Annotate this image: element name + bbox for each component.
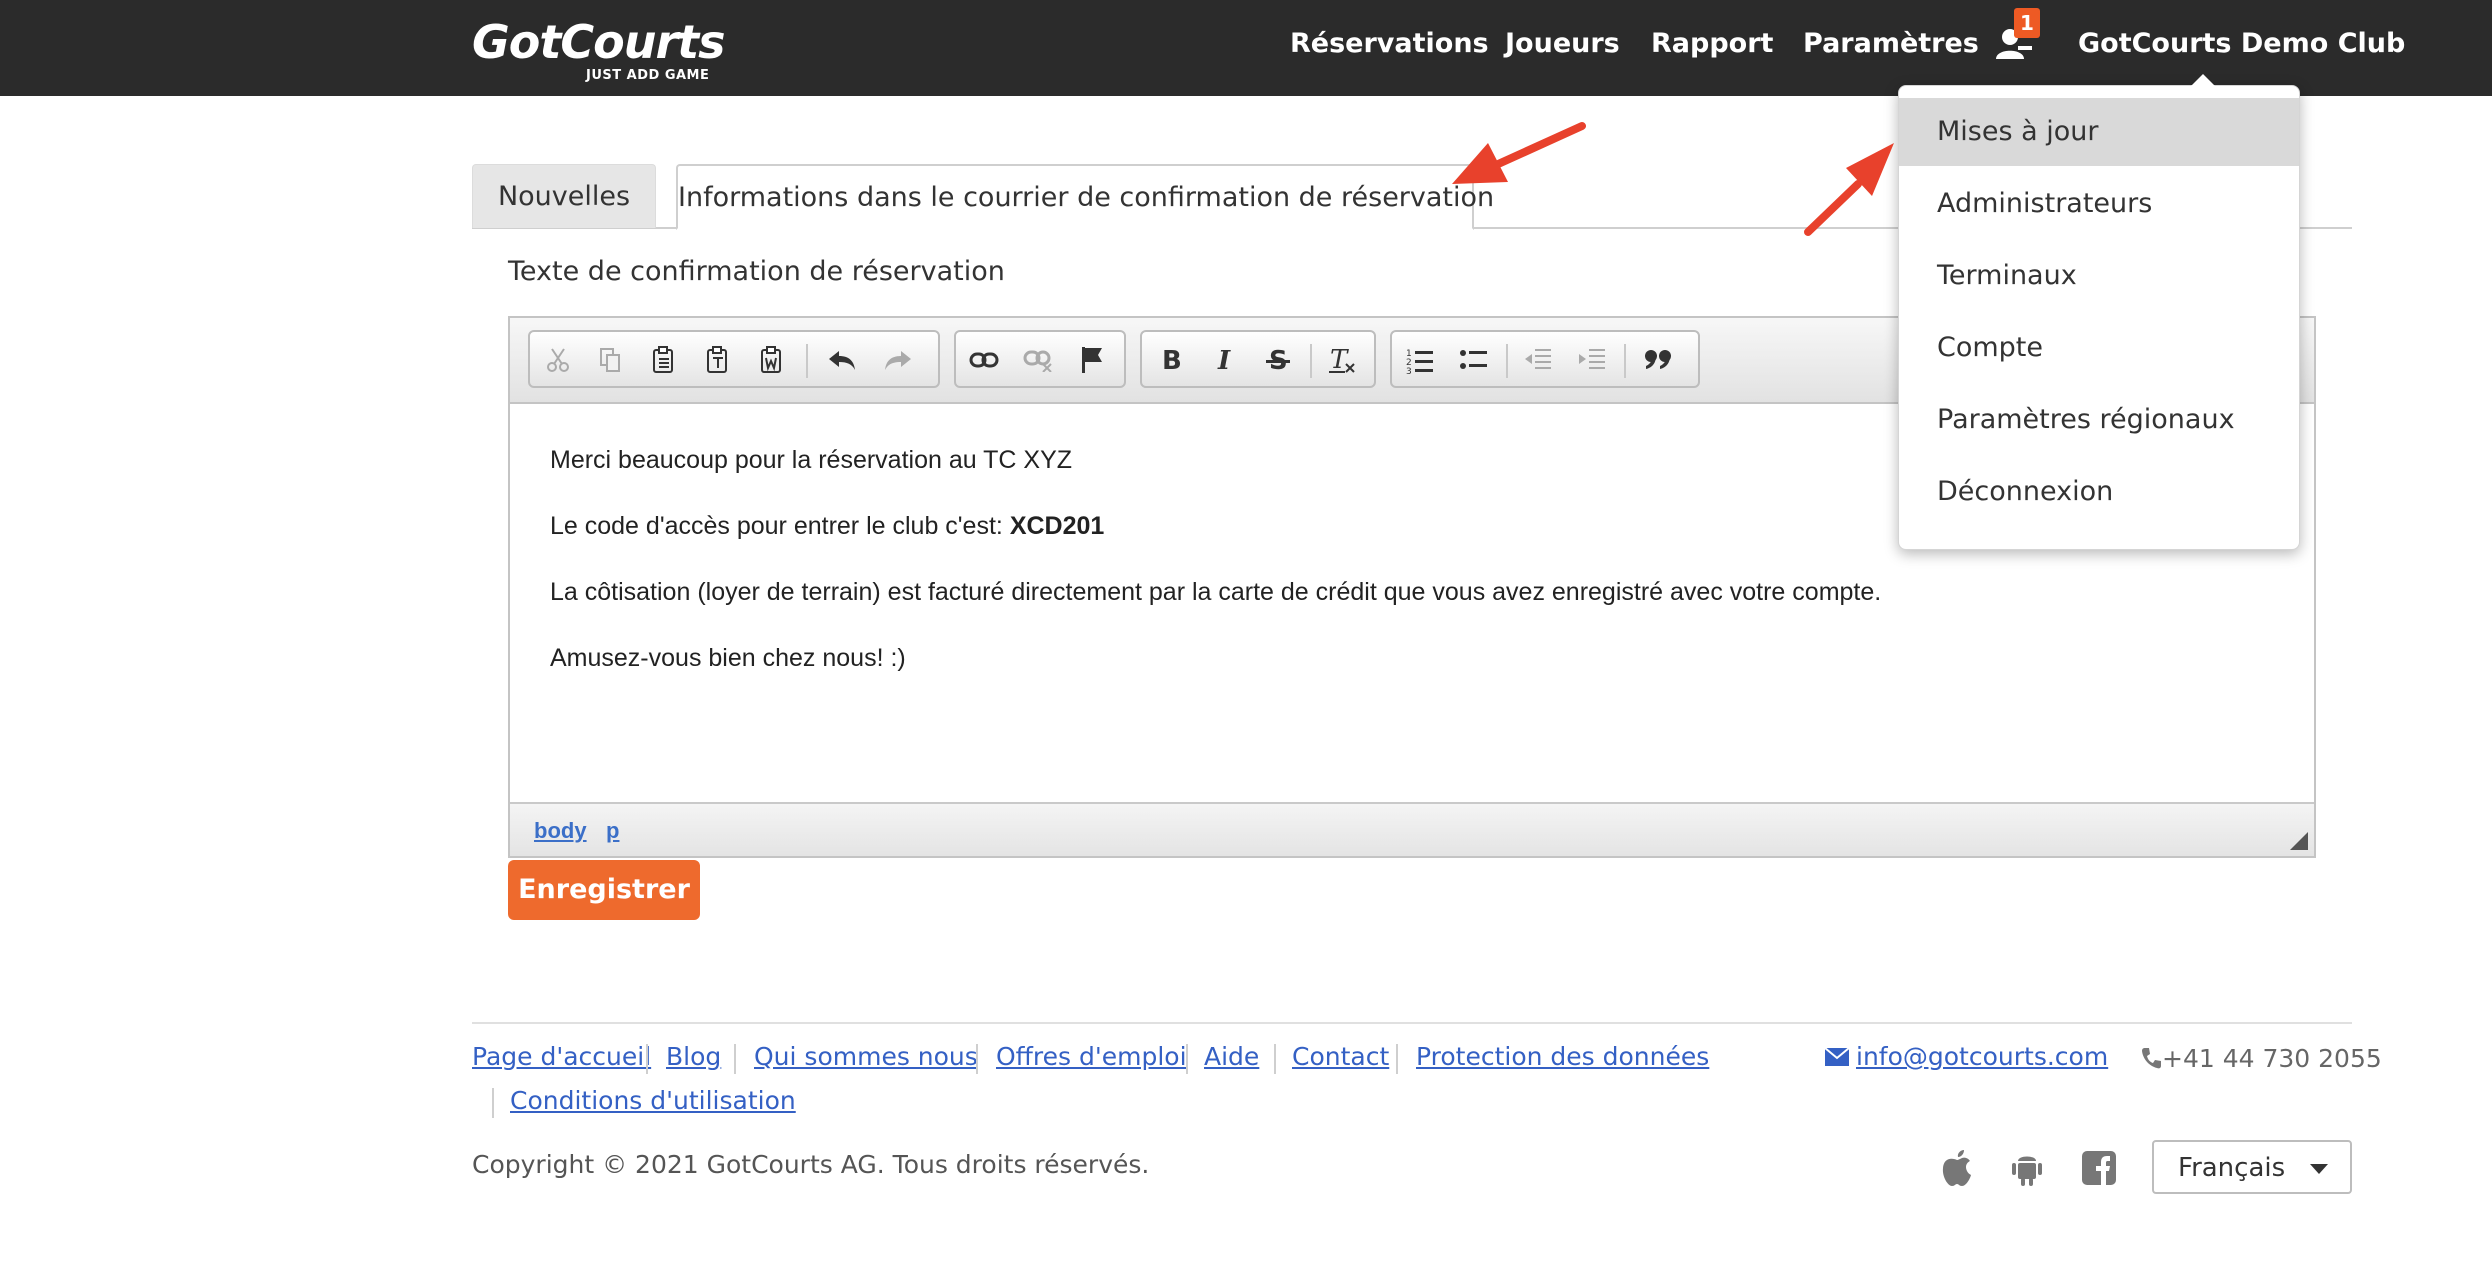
- footer-separator: [1274, 1044, 1276, 1074]
- svg-text:I: I: [1217, 346, 1231, 374]
- toolbar-separator: [806, 344, 808, 378]
- footer-phone-text: +41 44 730 2055: [2162, 1044, 2382, 1073]
- nav-settings[interactable]: Paramètres: [1803, 26, 1979, 62]
- language-selected-value: Français: [2178, 1153, 2286, 1183]
- menu-item-account[interactable]: Compte: [1899, 314, 2299, 382]
- menu-item-terminals[interactable]: Terminaux: [1899, 242, 2299, 310]
- android-icon[interactable]: [2008, 1148, 2046, 1188]
- footer-separator: [1186, 1044, 1188, 1074]
- redo-icon[interactable]: [876, 340, 920, 380]
- element-path-p[interactable]: p: [606, 818, 619, 844]
- tab-confirmation-mail-info[interactable]: Informations dans le courrier de confirm…: [676, 164, 1494, 230]
- undo-icon[interactable]: [820, 340, 864, 380]
- footer-separator: [492, 1088, 494, 1118]
- apple-icon[interactable]: [1938, 1148, 1976, 1188]
- toolbar-separator: [1506, 344, 1508, 378]
- footer-link-about[interactable]: Qui sommes nous: [754, 1040, 978, 1074]
- footer-separator: [734, 1044, 736, 1074]
- footer-link-contact[interactable]: Contact: [1292, 1040, 1389, 1074]
- unlink-icon[interactable]: [1016, 340, 1060, 380]
- footer-phone: +41 44 730 2055: [2140, 1042, 2382, 1076]
- footer-email-text: info@gotcourts.com: [1856, 1042, 2109, 1071]
- editor-paragraph: La côtisation (loyer de terrain) est fac…: [550, 578, 1882, 606]
- annotation-arrow-menu: [1804, 143, 1894, 236]
- access-code-value: XCD201: [1009, 512, 1105, 540]
- top-navbar: GotCourts JUST ADD GAME Réservations Jou…: [0, 0, 2492, 96]
- link-icon[interactable]: [962, 340, 1006, 380]
- menu-item-administrators[interactable]: Administrateurs: [1899, 170, 2299, 238]
- anchor-flag-icon[interactable]: [1070, 340, 1114, 380]
- strikethrough-icon[interactable]: S: [1256, 340, 1300, 380]
- footer-separator: [1396, 1044, 1398, 1074]
- svg-text:B: B: [1162, 346, 1182, 374]
- notification-badge: 1: [2014, 8, 2040, 38]
- nav-reservations[interactable]: Réservations: [1290, 26, 1489, 62]
- paste-icon[interactable]: [642, 340, 686, 380]
- format-group: B I S T: [1140, 330, 1376, 388]
- nav-report[interactable]: Rapport: [1651, 26, 1773, 62]
- envelope-icon: [1824, 1047, 1850, 1066]
- cut-icon[interactable]: [536, 340, 580, 380]
- toolbar-separator: [1624, 344, 1626, 378]
- language-select[interactable]: Français: [2152, 1140, 2352, 1194]
- footer-link-blog[interactable]: Blog: [666, 1040, 721, 1074]
- indent-icon[interactable]: [1570, 340, 1614, 380]
- italic-icon[interactable]: I: [1202, 340, 1246, 380]
- footer-separator: [976, 1044, 978, 1074]
- phone-icon: [2142, 1048, 2161, 1069]
- clipboard-group: [528, 330, 940, 388]
- footer-divider: [472, 1022, 2352, 1024]
- save-button[interactable]: Enregistrer: [508, 860, 700, 920]
- numbered-list-icon[interactable]: 123: [1398, 340, 1442, 380]
- menu-item-updates[interactable]: Mises à jour: [1899, 98, 2299, 166]
- logo-wordmark: GotCourts: [472, 15, 726, 69]
- footer-link-terms[interactable]: Conditions d'utilisation: [510, 1084, 796, 1118]
- nav-club-menu[interactable]: GotCourts Demo Club: [2078, 26, 2405, 62]
- paragraph-group: 123: [1390, 330, 1700, 388]
- copy-icon[interactable]: [588, 340, 632, 380]
- logo-tagline: JUST ADD GAME: [586, 68, 710, 83]
- footer-separator: [646, 1044, 648, 1074]
- blockquote-icon[interactable]: [1636, 340, 1680, 380]
- chevron-down-icon: [2310, 1164, 2328, 1174]
- copyright-text: Copyright © 2021 GotCourts AG. Tous droi…: [472, 1150, 1150, 1179]
- paste-text-icon[interactable]: [696, 340, 740, 380]
- bold-icon[interactable]: B: [1148, 340, 1192, 380]
- paste-word-icon[interactable]: [750, 340, 794, 380]
- svg-text:3: 3: [1406, 367, 1412, 374]
- gotcourts-logo[interactable]: GotCourts JUST ADD GAME: [472, 14, 726, 86]
- club-dropdown-menu: Mises à jour Administrateurs Terminaux C…: [1898, 74, 2300, 550]
- bulleted-list-icon[interactable]: [1452, 340, 1496, 380]
- toolbar-separator: [1310, 344, 1312, 378]
- footer-email-link[interactable]: info@gotcourts.com: [1824, 1040, 2108, 1074]
- footer-link-jobs[interactable]: Offres d'emploi: [996, 1040, 1187, 1074]
- remove-format-icon[interactable]: T: [1320, 340, 1364, 380]
- footer-link-privacy[interactable]: Protection des données: [1416, 1040, 1709, 1074]
- outdent-icon[interactable]: [1516, 340, 1560, 380]
- link-group: [954, 330, 1126, 388]
- confirmation-text-label: Texte de confirmation de réservation: [508, 256, 1005, 287]
- menu-item-logout[interactable]: Déconnexion: [1899, 458, 2299, 526]
- resize-handle-icon[interactable]: [2290, 832, 2308, 850]
- element-path-body[interactable]: body: [534, 818, 587, 844]
- menu-item-regional-settings[interactable]: Paramètres régionaux: [1899, 386, 2299, 454]
- access-code-text: Le code d'accès pour entrer le club c'es…: [550, 512, 1010, 540]
- facebook-icon[interactable]: [2080, 1148, 2118, 1188]
- footer-link-help[interactable]: Aide: [1204, 1040, 1259, 1074]
- editor-statusbar: body p: [510, 802, 2314, 856]
- nav-players[interactable]: Joueurs: [1505, 26, 1620, 62]
- editor-paragraph: Amusez-vous bien chez nous! :): [550, 644, 906, 672]
- tab-news[interactable]: Nouvelles: [472, 164, 656, 228]
- footer-link-home[interactable]: Page d'accueil: [472, 1040, 651, 1074]
